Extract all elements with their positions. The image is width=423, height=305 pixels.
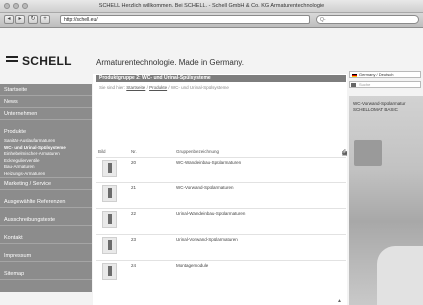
table-row[interactable]: 21 WC-Vorwand-Spülarmaturen bbox=[96, 182, 346, 205]
column-header-image: Bild bbox=[98, 149, 106, 154]
plus-icon: + bbox=[43, 16, 47, 22]
scroll-top-icon[interactable]: ▲ bbox=[337, 298, 342, 304]
nav-item-unternehmen[interactable]: Unternehmen bbox=[0, 108, 92, 120]
row-group-name[interactable]: Montagemodule bbox=[176, 263, 208, 268]
search-icon[interactable] bbox=[351, 83, 356, 87]
site-search-input[interactable]: Suche bbox=[349, 81, 421, 88]
row-number: 20 bbox=[131, 160, 137, 165]
nav-item-marketing-service[interactable]: Marketing / Service bbox=[0, 178, 92, 190]
flush-plate-image bbox=[354, 140, 382, 166]
product-thumbnail[interactable] bbox=[102, 185, 117, 202]
breadcrumb: Sie sind hier: Startseite / Produkte / W… bbox=[99, 85, 229, 90]
row-number: 24 bbox=[131, 263, 137, 268]
promo-banner[interactable]: WC-Vorwand-Spülarmatur SCHELLOMAT BASIC bbox=[349, 96, 423, 305]
promo-caption: WC-Vorwand-Spülarmatur SCHELLOMAT BASIC bbox=[353, 101, 406, 112]
reload-button[interactable]: ↻ bbox=[28, 15, 38, 24]
forward-arrow-icon: ▸ bbox=[18, 16, 22, 22]
product-thumbnail[interactable] bbox=[102, 263, 117, 280]
column-header-nr: Nr. bbox=[131, 149, 137, 154]
breadcrumb-link-startseite[interactable]: Startseite bbox=[126, 85, 145, 90]
column-header-name: Gruppenbezeichnung bbox=[176, 149, 220, 154]
row-number: 22 bbox=[131, 211, 137, 216]
nav-item-news[interactable]: News bbox=[0, 96, 92, 108]
schell-logo[interactable]: SCHELL bbox=[6, 54, 72, 68]
row-number: 23 bbox=[131, 237, 137, 242]
reload-icon: ↻ bbox=[30, 16, 36, 22]
breadcrumb-separator: / bbox=[146, 85, 148, 90]
nav-item-impressum[interactable]: Impressum bbox=[0, 250, 92, 262]
nav-item-ausschreibungstexte[interactable]: Ausschreibungstexte bbox=[0, 214, 92, 226]
toilet-image bbox=[377, 246, 423, 305]
main-navigation: Startseite News Unternehmen Produkte San… bbox=[0, 84, 92, 292]
row-group-name[interactable]: Urinal-Vorwand-Spülarmaturen bbox=[176, 237, 238, 242]
language-select[interactable]: Germany / Deutsch bbox=[349, 71, 421, 78]
back-button[interactable]: ◂ bbox=[4, 15, 14, 24]
browser-toolbar: ◂ ▸ ↻ + http://schell.eu/ Q- bbox=[0, 13, 423, 28]
product-thumbnail[interactable] bbox=[102, 160, 117, 177]
language-label: Germany / Deutsch bbox=[359, 72, 394, 77]
table-row[interactable]: 22 Urinal-Wandeinbau-Spülarmaturen bbox=[96, 208, 346, 231]
browser-search-field[interactable]: Q- bbox=[316, 15, 419, 24]
forward-button[interactable]: ▸ bbox=[15, 15, 25, 24]
table-header: Bild Nr. Gruppenbezeichnung ⎙ ▤ ⇥ bbox=[96, 148, 348, 157]
table-row[interactable]: 20 WC-Wandeinbau-Spülarmaturen bbox=[96, 157, 346, 180]
main-content: Produktgruppe 2: WC- und Urinal-Spülsyst… bbox=[93, 74, 348, 305]
german-flag-icon bbox=[352, 73, 357, 77]
logo-bars-icon bbox=[6, 56, 18, 66]
nav-item-produkte[interactable]: Produkte bbox=[0, 126, 92, 138]
zoom-window-button[interactable] bbox=[22, 3, 28, 9]
address-bar[interactable]: http://schell.eu/ bbox=[60, 15, 310, 24]
breadcrumb-current: / WC- und Urinal-Spülsysteme bbox=[168, 85, 229, 90]
web-page: SCHELL Armaturentechnologie. Made in Ger… bbox=[0, 28, 423, 305]
minimize-window-button[interactable] bbox=[13, 3, 19, 9]
row-group-name[interactable]: Urinal-Wandeinbau-Spülarmaturen bbox=[176, 211, 245, 216]
row-group-name[interactable]: WC-Vorwand-Spülarmaturen bbox=[176, 185, 234, 190]
row-group-name[interactable]: WC-Wandeinbau-Spülarmaturen bbox=[176, 160, 241, 165]
nav-item-startseite[interactable]: Startseite bbox=[0, 84, 92, 96]
window-controls bbox=[4, 3, 28, 9]
nav-item-sitemap[interactable]: Sitemap bbox=[0, 268, 92, 280]
product-thumbnail[interactable] bbox=[102, 211, 117, 228]
site-tagline: Armaturentechnologie. Made in Germany. bbox=[96, 58, 244, 67]
nav-item-referenzen[interactable]: Ausgewählte Referenzen bbox=[0, 196, 92, 208]
page-title: Produktgruppe 2: WC- und Urinal-Spülsyst… bbox=[96, 75, 346, 82]
product-thumbnail[interactable] bbox=[102, 237, 117, 254]
window-title: SCHELL Herzlich willkommen. Bei SCHELL. … bbox=[98, 3, 325, 9]
nav-sub-heizungs-armaturen[interactable]: Heizungs-Armaturen bbox=[0, 171, 92, 178]
table-row[interactable]: 23 Urinal-Vorwand-Spülarmaturen bbox=[96, 234, 346, 257]
right-column: Germany / Deutsch Suche WC-Vorwand-Spüla… bbox=[347, 68, 423, 305]
window-titlebar: SCHELL Herzlich willkommen. Bei SCHELL. … bbox=[0, 0, 423, 13]
site-search-placeholder: Suche bbox=[359, 82, 371, 87]
breadcrumb-prefix: Sie sind hier: bbox=[99, 85, 126, 90]
back-arrow-icon: ◂ bbox=[7, 16, 11, 22]
breadcrumb-link-produkte[interactable]: Produkte bbox=[149, 85, 167, 90]
add-bookmark-button[interactable]: + bbox=[40, 15, 50, 24]
table-row[interactable]: 24 Montagemodule bbox=[96, 260, 346, 283]
nav-item-kontakt[interactable]: Kontakt bbox=[0, 232, 92, 244]
row-number: 21 bbox=[131, 185, 137, 190]
close-window-button[interactable] bbox=[4, 3, 10, 9]
logo-text: SCHELL bbox=[22, 54, 72, 68]
